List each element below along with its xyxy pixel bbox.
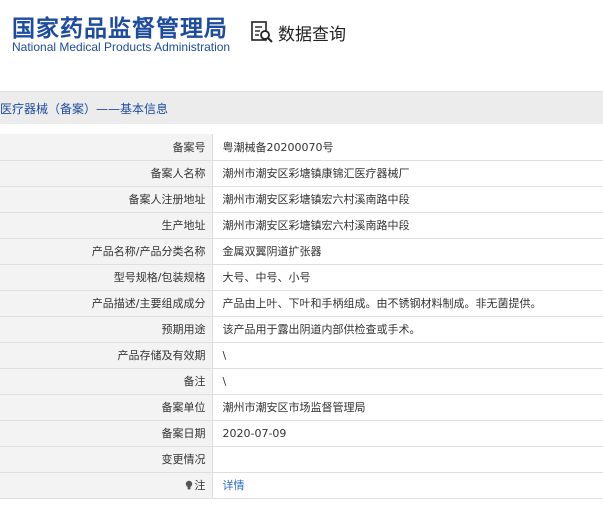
field-label: 备案日期	[0, 419, 213, 447]
section-title-bar: 医疗器械（备案）——基本信息	[0, 91, 603, 124]
table-row: 备案单位 潮州市潮安区市场监督管理局	[0, 393, 603, 421]
note-label: 注	[194, 479, 206, 492]
table-row: 产品存储及有效期 \	[0, 341, 603, 369]
field-value	[211, 445, 603, 473]
data-search-icon	[251, 21, 273, 43]
field-label: 备案号	[0, 134, 213, 161]
table-row: 预期用途 该产品用于露出阴道内部供检查或手术。	[0, 315, 603, 343]
field-value: \	[211, 341, 603, 369]
table-row: 型号规格/包装规格 大号、中号、小号	[0, 263, 603, 291]
field-label: 备注	[0, 367, 213, 395]
field-value: 潮州市潮安区彩塘镇宏六村溪南路中段	[211, 185, 603, 213]
field-value: 潮州市潮安区彩塘镇康锦汇医疗器械厂	[211, 159, 603, 187]
field-value: 2020-07-09	[211, 419, 603, 447]
details-link[interactable]: 详情	[223, 479, 245, 492]
field-label: 产品存储及有效期	[0, 341, 213, 369]
site-header: 国家药品监督管理局 National Medical Products Admi…	[0, 0, 603, 70]
field-label: 生产地址	[0, 211, 213, 239]
record-detail-table: 备案号 粤潮械备20200070号 备案人名称 潮州市潮安区彩塘镇康锦汇医疗器械…	[0, 134, 603, 499]
table-row: 备案日期 2020-07-09	[0, 419, 603, 447]
field-value: 产品由上叶、下叶和手柄组成。由不锈钢材料制成。非无菌提供。	[211, 289, 603, 317]
field-value: 详情	[211, 471, 603, 499]
field-value: 该产品用于露出阴道内部供检查或手术。	[211, 315, 603, 343]
field-label: 变更情况	[0, 445, 213, 473]
table-row: 变更情况	[0, 445, 603, 473]
table-row: 备注 \	[0, 367, 603, 395]
data-query-link[interactable]: 数据查询	[250, 19, 346, 45]
field-label: 备案单位	[0, 393, 213, 421]
field-label: 备案人名称	[0, 159, 213, 187]
field-label: 备案人注册地址	[0, 185, 213, 213]
field-value: 金属双翼阴道扩张器	[211, 237, 603, 265]
table-row: 备案号 粤潮械备20200070号	[0, 134, 603, 161]
field-value: 粤潮械备20200070号	[211, 134, 603, 161]
field-label: 型号规格/包装规格	[0, 263, 213, 291]
field-label: 预期用途	[0, 315, 213, 343]
table-row: 产品描述/主要组成成分 产品由上叶、下叶和手柄组成。由不锈钢材料制成。非无菌提供…	[0, 289, 603, 317]
field-value: 潮州市潮安区市场监督管理局	[211, 393, 603, 421]
table-row: 产品名称/产品分类名称 金属双翼阴道扩张器	[0, 237, 603, 265]
data-query-label: 数据查询	[278, 24, 346, 45]
site-logo-title[interactable]: 国家药品监督管理局	[12, 9, 228, 43]
field-label: 产品描述/主要组成成分	[0, 289, 213, 317]
table-row: 备案人注册地址 潮州市潮安区彩塘镇宏六村溪南路中段	[0, 185, 603, 213]
field-value: 潮州市潮安区彩塘镇宏六村溪南路中段	[211, 211, 603, 239]
field-label-note: 注	[0, 471, 213, 499]
section-title: 医疗器械（备案）——基本信息	[0, 102, 169, 116]
site-logo-subtitle: National Medical Products Administration	[12, 40, 231, 54]
table-row: 备案人名称 潮州市潮安区彩塘镇康锦汇医疗器械厂	[0, 159, 603, 187]
table-row: 注 详情	[0, 471, 603, 499]
table-row: 生产地址 潮州市潮安区彩塘镇宏六村溪南路中段	[0, 211, 603, 239]
lightbulb-icon	[185, 480, 192, 490]
field-label: 产品名称/产品分类名称	[0, 237, 213, 265]
field-value: 大号、中号、小号	[211, 263, 603, 291]
field-value: \	[211, 367, 603, 395]
